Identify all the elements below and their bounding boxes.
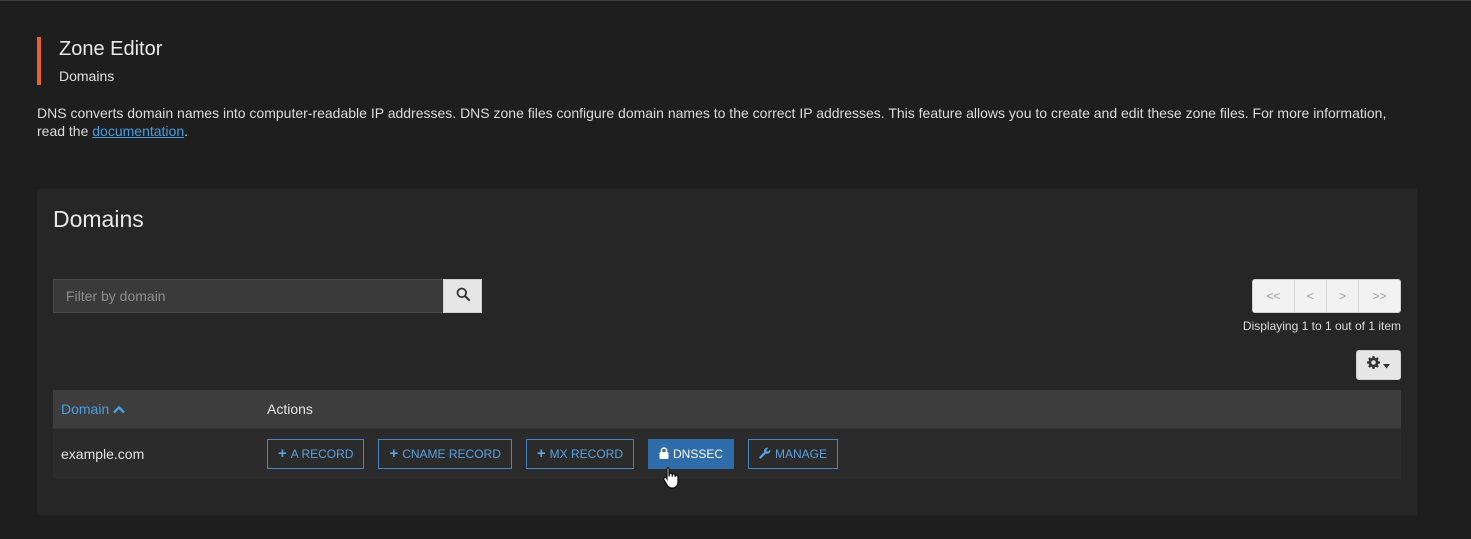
top-border xyxy=(0,0,1471,1)
a-record-label: A RECORD xyxy=(290,447,354,461)
add-cname-record-button[interactable]: + CNAME RECORD xyxy=(378,439,512,469)
table-header: Domain Actions xyxy=(53,390,1401,428)
panel-title: Domains xyxy=(53,206,144,232)
page-header: Zone Editor Domains xyxy=(37,37,162,85)
dnssec-button[interactable]: DNSSEC xyxy=(648,439,735,469)
prev-page-button[interactable]: < xyxy=(1293,280,1326,312)
dnssec-label: DNSSEC xyxy=(673,447,724,461)
documentation-link[interactable]: documentation xyxy=(92,123,184,139)
manage-label: MANAGE xyxy=(775,447,828,461)
intro-text: DNS converts domain names into computer-… xyxy=(37,105,1387,139)
pagination-info: Displaying 1 to 1 out of 1 item xyxy=(1242,319,1401,333)
manage-button[interactable]: MANAGE xyxy=(748,439,839,469)
wrench-icon xyxy=(759,447,771,462)
actions-cell: + A RECORD + CNAME RECORD + MX RECORD DN… xyxy=(267,439,839,469)
intro-end: . xyxy=(184,123,188,139)
page-title: Zone Editor xyxy=(59,38,163,60)
domain-cell: example.com xyxy=(61,446,145,462)
search-group xyxy=(53,279,482,313)
mx-record-label: MX RECORD xyxy=(549,447,623,461)
cname-record-label: CNAME RECORD xyxy=(402,447,501,461)
filter-domain-input[interactable] xyxy=(53,279,443,313)
search-icon xyxy=(456,287,470,306)
plus-icon: + xyxy=(278,445,287,462)
hand-pointer-cursor-icon xyxy=(663,466,679,490)
page-subtitle: Domains xyxy=(59,68,115,84)
actions-column-header: Actions xyxy=(267,401,313,417)
gear-icon xyxy=(1367,356,1380,374)
search-button[interactable] xyxy=(443,279,482,313)
first-page-button[interactable]: << xyxy=(1253,280,1294,312)
caret-down-icon xyxy=(1383,356,1390,374)
add-mx-record-button[interactable]: + MX RECORD xyxy=(525,439,634,469)
plus-icon: + xyxy=(536,445,546,462)
intro-description: DNS converts domain names into computer-… xyxy=(37,104,1417,140)
pagination: << < > >> xyxy=(1252,279,1401,313)
plus-icon: + xyxy=(389,445,399,462)
table-row: example.com + A RECORD + CNAME RECORD + … xyxy=(53,428,1401,479)
lock-icon xyxy=(659,446,669,462)
chevron-up-icon xyxy=(113,401,126,417)
next-page-button[interactable]: > xyxy=(1326,280,1358,312)
add-a-record-button[interactable]: + A RECORD xyxy=(267,439,365,469)
domains-table: Domain Actions example.com + A RECORD + … xyxy=(53,390,1401,479)
domains-panel: Domains << < > >> Displaying 1 to 1 out … xyxy=(37,189,1417,515)
domain-header-label: Domain xyxy=(61,401,110,417)
table-settings-button[interactable] xyxy=(1356,350,1401,380)
domain-column-header[interactable]: Domain xyxy=(53,401,267,417)
last-page-button[interactable]: >> xyxy=(1358,280,1400,312)
